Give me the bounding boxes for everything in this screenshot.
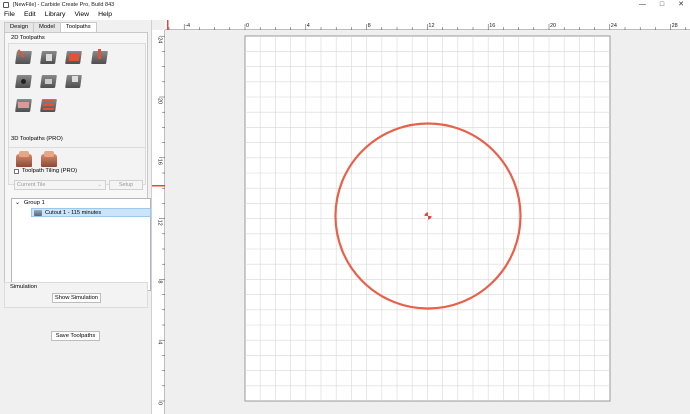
tile-select-value: Current Tile xyxy=(17,182,46,188)
tiling-label: Toolpath Tiling (PRO) xyxy=(22,168,78,174)
save-toolpaths-button[interactable]: Save Toolpaths xyxy=(51,331,100,341)
y-tick-label: 4 xyxy=(157,341,163,344)
x-tick-label: 28 xyxy=(672,23,678,29)
menu-file[interactable]: File xyxy=(4,11,15,18)
ruler-corner xyxy=(152,20,165,30)
tree-group[interactable]: ⌄ Group 1 xyxy=(15,200,45,206)
texture-toolpath-icon[interactable] xyxy=(15,96,32,113)
toolpaths-tab-body: 2D Toolpaths 3D Toolpaths (PRO) Toolpath… xyxy=(4,32,151,300)
chamfer-toolpath-icon[interactable] xyxy=(65,72,82,89)
vcarve-toolpath-icon[interactable] xyxy=(91,48,108,65)
tree-item-label: Cutout 1 - 115 minutes xyxy=(45,209,102,216)
tile-setup-button[interactable]: Setup xyxy=(109,180,143,190)
contour-toolpath-icon[interactable] xyxy=(15,48,32,65)
canvas-svg[interactable] xyxy=(166,31,690,414)
engrave-toolpath-icon[interactable] xyxy=(40,96,57,113)
drill-toolpath-icon[interactable] xyxy=(15,72,32,89)
menu-edit[interactable]: Edit xyxy=(24,11,36,18)
design-canvas[interactable] xyxy=(166,31,690,414)
close-icon[interactable]: ✕ xyxy=(678,0,684,9)
menu-help[interactable]: Help xyxy=(98,11,112,18)
x-tick-label: 4 xyxy=(307,23,310,29)
toolpath-tiling: Toolpath Tiling (PRO) xyxy=(14,168,77,174)
app-icon xyxy=(3,1,9,8)
toolpaths-3d-label: 3D Toolpaths (PRO) xyxy=(11,136,63,142)
vertical-ruler-svg: 24 20 16 12 8 4 0 xyxy=(152,20,165,405)
tab-design[interactable]: Design xyxy=(4,22,35,32)
rapid-adaptive-icon[interactable] xyxy=(40,72,57,89)
x-tick-label: 8 xyxy=(368,23,371,29)
y-tick-label: 8 xyxy=(157,280,163,283)
y-tick-label: 24 xyxy=(157,37,163,43)
horizontal-ruler-svg: -4 0 4 8 12 16 20 24 28 xyxy=(167,20,687,30)
app-window: [NewFile] - Carbide Create Pro, Build 84… xyxy=(0,0,690,414)
cursor-marker-y xyxy=(152,185,165,187)
window-title: [NewFile] - Carbide Create Pro, Build 84… xyxy=(13,1,115,8)
y-tick-label: 20 xyxy=(157,98,163,104)
toolpaths-2d-group xyxy=(8,43,146,151)
tiling-checkbox[interactable] xyxy=(14,168,19,174)
x-tick-label: 12 xyxy=(428,23,434,29)
menu-view[interactable]: View xyxy=(74,11,89,18)
y-tick-label: 12 xyxy=(157,220,163,226)
menu-library[interactable]: Library xyxy=(45,11,66,18)
origin-marker-icon xyxy=(424,212,432,220)
toolpaths-2d-label: 2D Toolpaths xyxy=(11,35,45,41)
expand-arrow-icon[interactable]: ⌄ xyxy=(15,200,20,206)
tab-model[interactable]: Model xyxy=(33,22,61,32)
panel-tabs: Design Model Toolpaths xyxy=(4,22,97,33)
left-panel: Design Model Toolpaths 2D Toolpaths 3D T… xyxy=(0,20,152,414)
3d-rough-icon[interactable] xyxy=(15,150,33,168)
tree-group-label: Group 1 xyxy=(23,200,45,206)
3d-finish-icon[interactable] xyxy=(40,150,58,168)
tree-item-cutout[interactable]: Cutout 1 - 115 minutes xyxy=(31,208,151,217)
title-bar: [NewFile] - Carbide Create Pro, Build 84… xyxy=(0,0,690,9)
minimize-icon[interactable]: — xyxy=(639,0,646,9)
cursor-marker-x xyxy=(167,20,169,30)
x-tick-label: 16 xyxy=(489,23,495,29)
tile-select[interactable]: Current Tile ⌄ xyxy=(14,180,106,190)
window-controls: — □ ✕ xyxy=(639,0,684,9)
show-simulation-button[interactable]: Show Simulation xyxy=(52,293,101,303)
toolpath-icon xyxy=(34,209,42,216)
x-tick-label: -4 xyxy=(185,23,190,29)
vertical-ruler: 24 20 16 12 8 4 0 xyxy=(152,20,165,414)
x-tick-label: 20 xyxy=(550,23,556,29)
advanced-vcarve-icon[interactable] xyxy=(65,48,82,65)
maximize-icon[interactable]: □ xyxy=(660,0,664,9)
pocket-toolpath-icon[interactable] xyxy=(40,48,57,65)
menu-bar: File Edit Library View Help xyxy=(0,9,690,20)
simulation-label: Simulation xyxy=(10,284,38,290)
x-tick-label: 24 xyxy=(611,23,617,29)
chevron-down-icon: ⌄ xyxy=(97,182,102,188)
y-tick-label: 16 xyxy=(157,159,163,165)
simulation-group: Simulation Show Simulation xyxy=(4,282,148,308)
x-tick-label: 0 xyxy=(246,23,249,29)
toolpath-tree: ⌄ Group 1 Cutout 1 - 115 minutes xyxy=(11,198,151,291)
y-tick-label: 0 xyxy=(157,402,163,405)
horizontal-ruler: -4 0 4 8 12 16 20 24 28 xyxy=(165,20,690,30)
